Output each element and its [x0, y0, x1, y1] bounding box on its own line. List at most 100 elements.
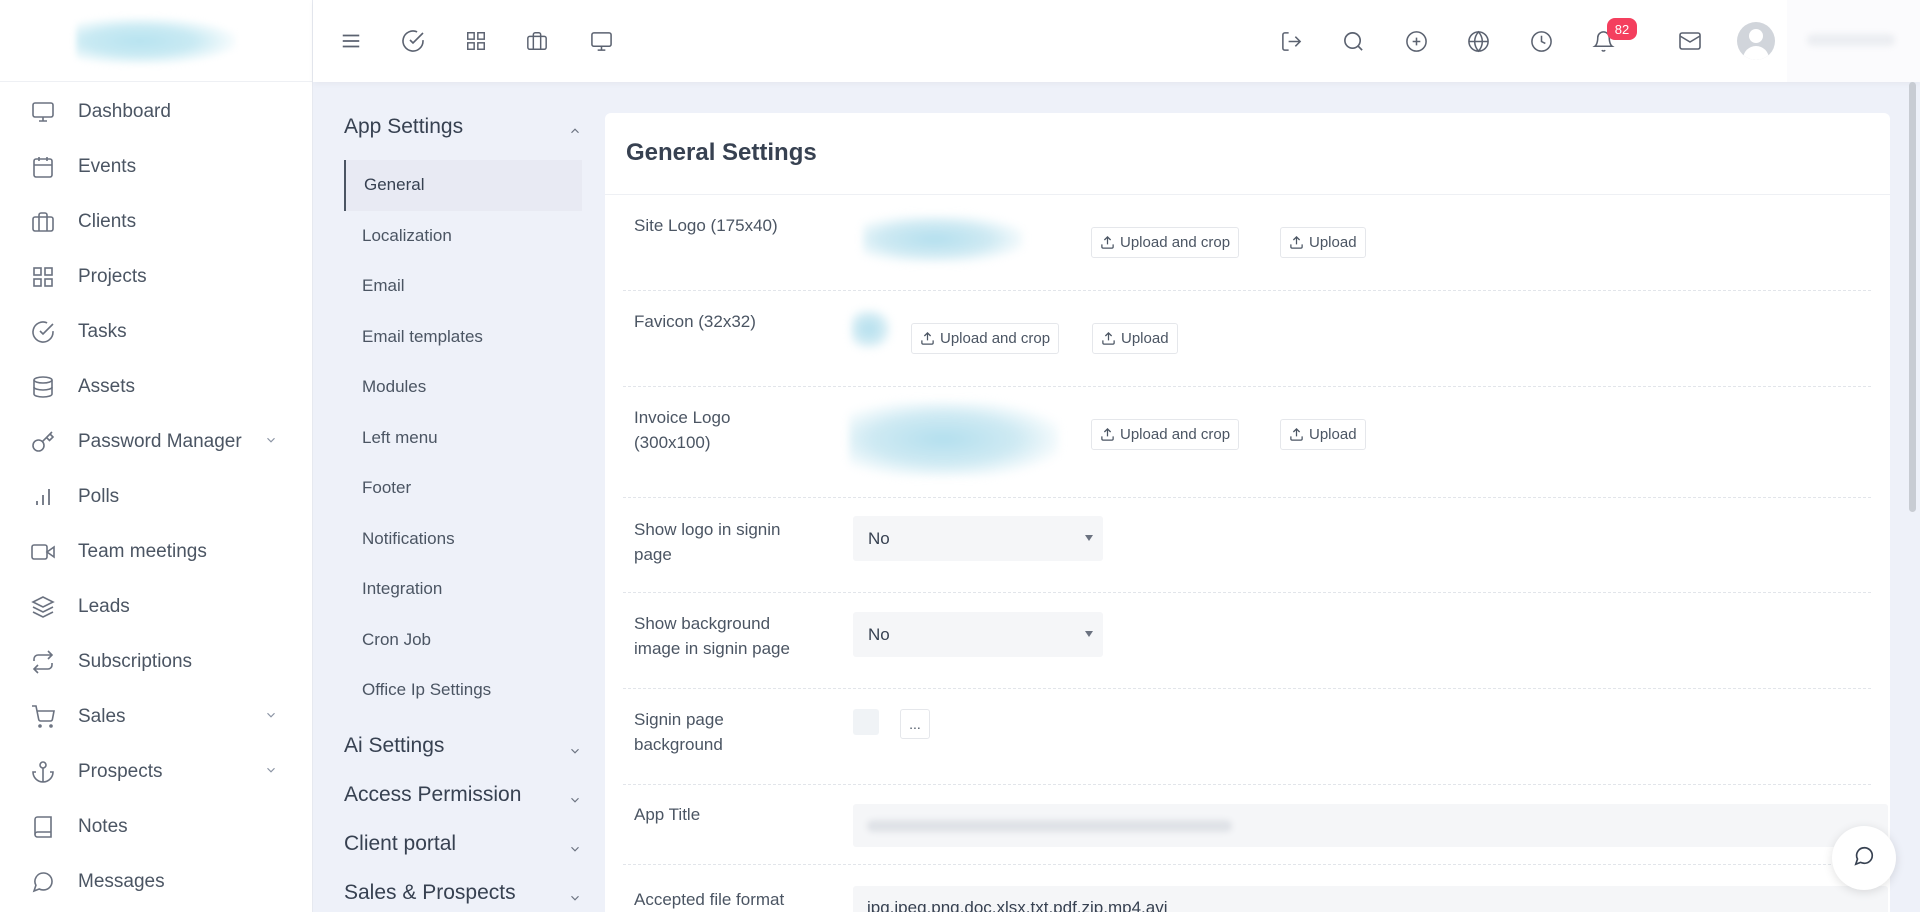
settings-item-general[interactable]: General: [344, 160, 582, 211]
sidebar-item-password-manager[interactable]: Password Manager: [0, 414, 312, 469]
settings-item-footer[interactable]: Footer: [344, 463, 582, 514]
caret-down-icon: [1085, 631, 1093, 637]
site-logo-upload-button[interactable]: Upload: [1280, 227, 1366, 258]
cart-icon: [30, 704, 56, 730]
database-icon: [30, 374, 56, 400]
settings-item-email[interactable]: Email: [344, 261, 582, 312]
globe-icon[interactable]: [1461, 24, 1495, 58]
sidebar-item-projects[interactable]: Projects: [0, 249, 312, 304]
favicon-upload-button[interactable]: Upload: [1092, 323, 1178, 354]
sidebar-item-polls[interactable]: Polls: [0, 469, 312, 524]
sidebar-item-label: Assets: [78, 375, 136, 397]
notification-badge: 82: [1607, 18, 1637, 40]
show-logo-select[interactable]: No: [853, 516, 1103, 561]
check-circle-icon[interactable]: [396, 24, 430, 58]
settings-item-notifications[interactable]: Notifications: [344, 514, 582, 565]
user-name-blur: [1807, 34, 1895, 46]
sidebar-item-label: Polls: [78, 485, 120, 507]
sidebar-item-subscriptions[interactable]: Subscriptions: [0, 634, 312, 689]
chevron-down-icon: [568, 838, 582, 852]
general-settings-card: General Settings Site Logo (175x40) Uplo…: [605, 113, 1890, 912]
book-icon: [30, 814, 56, 840]
settings-item-localization[interactable]: Localization: [344, 211, 582, 262]
sidebar-item-label: Subscriptions: [78, 650, 193, 672]
settings-item-office-ip[interactable]: Office Ip Settings: [344, 665, 582, 716]
clock-icon[interactable]: [1524, 24, 1558, 58]
sidebar-item-assets[interactable]: Assets: [0, 359, 312, 414]
sidebar-item-team-meetings[interactable]: Team meetings: [0, 524, 312, 579]
logout-icon[interactable]: [1274, 24, 1308, 58]
grid-icon: [30, 264, 56, 290]
settings-item-integration[interactable]: Integration: [344, 564, 582, 615]
settings-group-label: Client portal: [344, 832, 457, 855]
invoice-logo-upload-button[interactable]: Upload: [1280, 419, 1366, 450]
settings-group-ai-settings[interactable]: Ai Settings: [344, 722, 582, 771]
chevron-down-icon: [264, 763, 278, 777]
menu-icon[interactable]: [334, 24, 368, 58]
chat-icon: [1853, 845, 1875, 872]
signin-background-row: Signin page background ...: [623, 689, 1871, 785]
settings-item-cron-job[interactable]: Cron Job: [344, 615, 582, 666]
sidebar-item-sales[interactable]: Sales: [0, 689, 312, 744]
favicon-row: Favicon (32x32) Upload and crop Upload: [623, 291, 1871, 387]
sidebar-item-label: Clients: [78, 210, 137, 232]
show-background-row: Show background image in signin page No: [623, 593, 1871, 689]
sidebar-item-prospects[interactable]: Prospects: [0, 744, 312, 799]
search-icon[interactable]: [1336, 24, 1370, 58]
show-background-select[interactable]: No: [853, 612, 1103, 657]
sidebar-item-tasks[interactable]: Tasks: [0, 304, 312, 359]
signin-background-browse-button[interactable]: ...: [900, 709, 930, 739]
briefcase-icon[interactable]: [520, 24, 554, 58]
settings-group-access-permission[interactable]: Access Permission: [344, 771, 582, 820]
caret-down-icon: [1085, 535, 1093, 541]
sidebar-nav: Dashboard Events Clients Projects Tasks …: [0, 82, 312, 909]
accepted-format-row: Accepted file format jpg,jpeg,png,doc,xl…: [623, 865, 1888, 912]
button-label: Upload and crop: [1120, 234, 1231, 251]
grid-icon[interactable]: [459, 24, 493, 58]
app-title-input[interactable]: [853, 804, 1888, 847]
plus-circle-icon[interactable]: [1399, 24, 1433, 58]
monitor-icon[interactable]: [584, 24, 618, 58]
chevron-down-icon: [264, 708, 278, 722]
check-circle-icon: [30, 319, 56, 345]
sidebar-item-label: Messages: [78, 870, 165, 892]
sidebar-item-leads[interactable]: Leads: [0, 579, 312, 634]
sidebar-item-label: Leads: [78, 595, 130, 617]
sidebar-item-label: Tasks: [78, 320, 127, 342]
mail-icon[interactable]: [1673, 24, 1707, 58]
briefcase-icon: [30, 209, 56, 235]
chevron-down-icon: [568, 789, 582, 803]
app-settings-list: General Localization Email Email templat…: [344, 160, 582, 716]
settings-group-sales-prospects[interactable]: Sales & Prospects: [344, 869, 582, 912]
sidebar-item-clients[interactable]: Clients: [0, 194, 312, 249]
sidebar-item-label: Team meetings: [78, 540, 207, 562]
settings-group-app-settings[interactable]: App Settings: [344, 102, 582, 152]
settings-item-email-templates[interactable]: Email templates: [344, 312, 582, 363]
settings-group-label: App Settings: [344, 115, 464, 138]
sidebar-item-label: Events: [78, 155, 137, 177]
upload-icon: [1101, 331, 1116, 346]
invoice-logo-upload-crop-button[interactable]: Upload and crop: [1091, 419, 1240, 450]
favicon-upload-crop-button[interactable]: Upload and crop: [911, 323, 1060, 354]
upload-icon: [1100, 427, 1115, 442]
accepted-format-input[interactable]: jpg,jpeg,png,doc,xlsx,txt,pdf,zip,mp4,av…: [853, 886, 1888, 912]
brand-logo[interactable]: [76, 16, 236, 65]
settings-group-client-portal[interactable]: Client portal: [344, 820, 582, 869]
chevron-down-icon: [568, 887, 582, 901]
upload-icon: [920, 331, 935, 346]
avatar[interactable]: [1737, 22, 1775, 60]
sidebar-item-dashboard[interactable]: Dashboard: [0, 84, 312, 139]
favicon-label: Favicon (32x32): [634, 312, 756, 331]
settings-item-modules[interactable]: Modules: [344, 362, 582, 413]
settings-item-left-menu[interactable]: Left menu: [344, 413, 582, 464]
site-logo-row: Site Logo (175x40) Upload and crop Uploa…: [623, 195, 1871, 291]
page-scrollbar[interactable]: [1909, 82, 1916, 512]
user-menu[interactable]: [1787, 0, 1920, 82]
sidebar-item-messages[interactable]: Messages: [0, 854, 312, 909]
site-logo-upload-crop-button[interactable]: Upload and crop: [1091, 227, 1240, 258]
chat-button[interactable]: [1832, 826, 1896, 890]
sidebar-item-events[interactable]: Events: [0, 139, 312, 194]
page-title: General Settings: [626, 139, 817, 166]
sidebar-item-notes[interactable]: Notes: [0, 799, 312, 854]
brand[interactable]: [0, 0, 312, 82]
